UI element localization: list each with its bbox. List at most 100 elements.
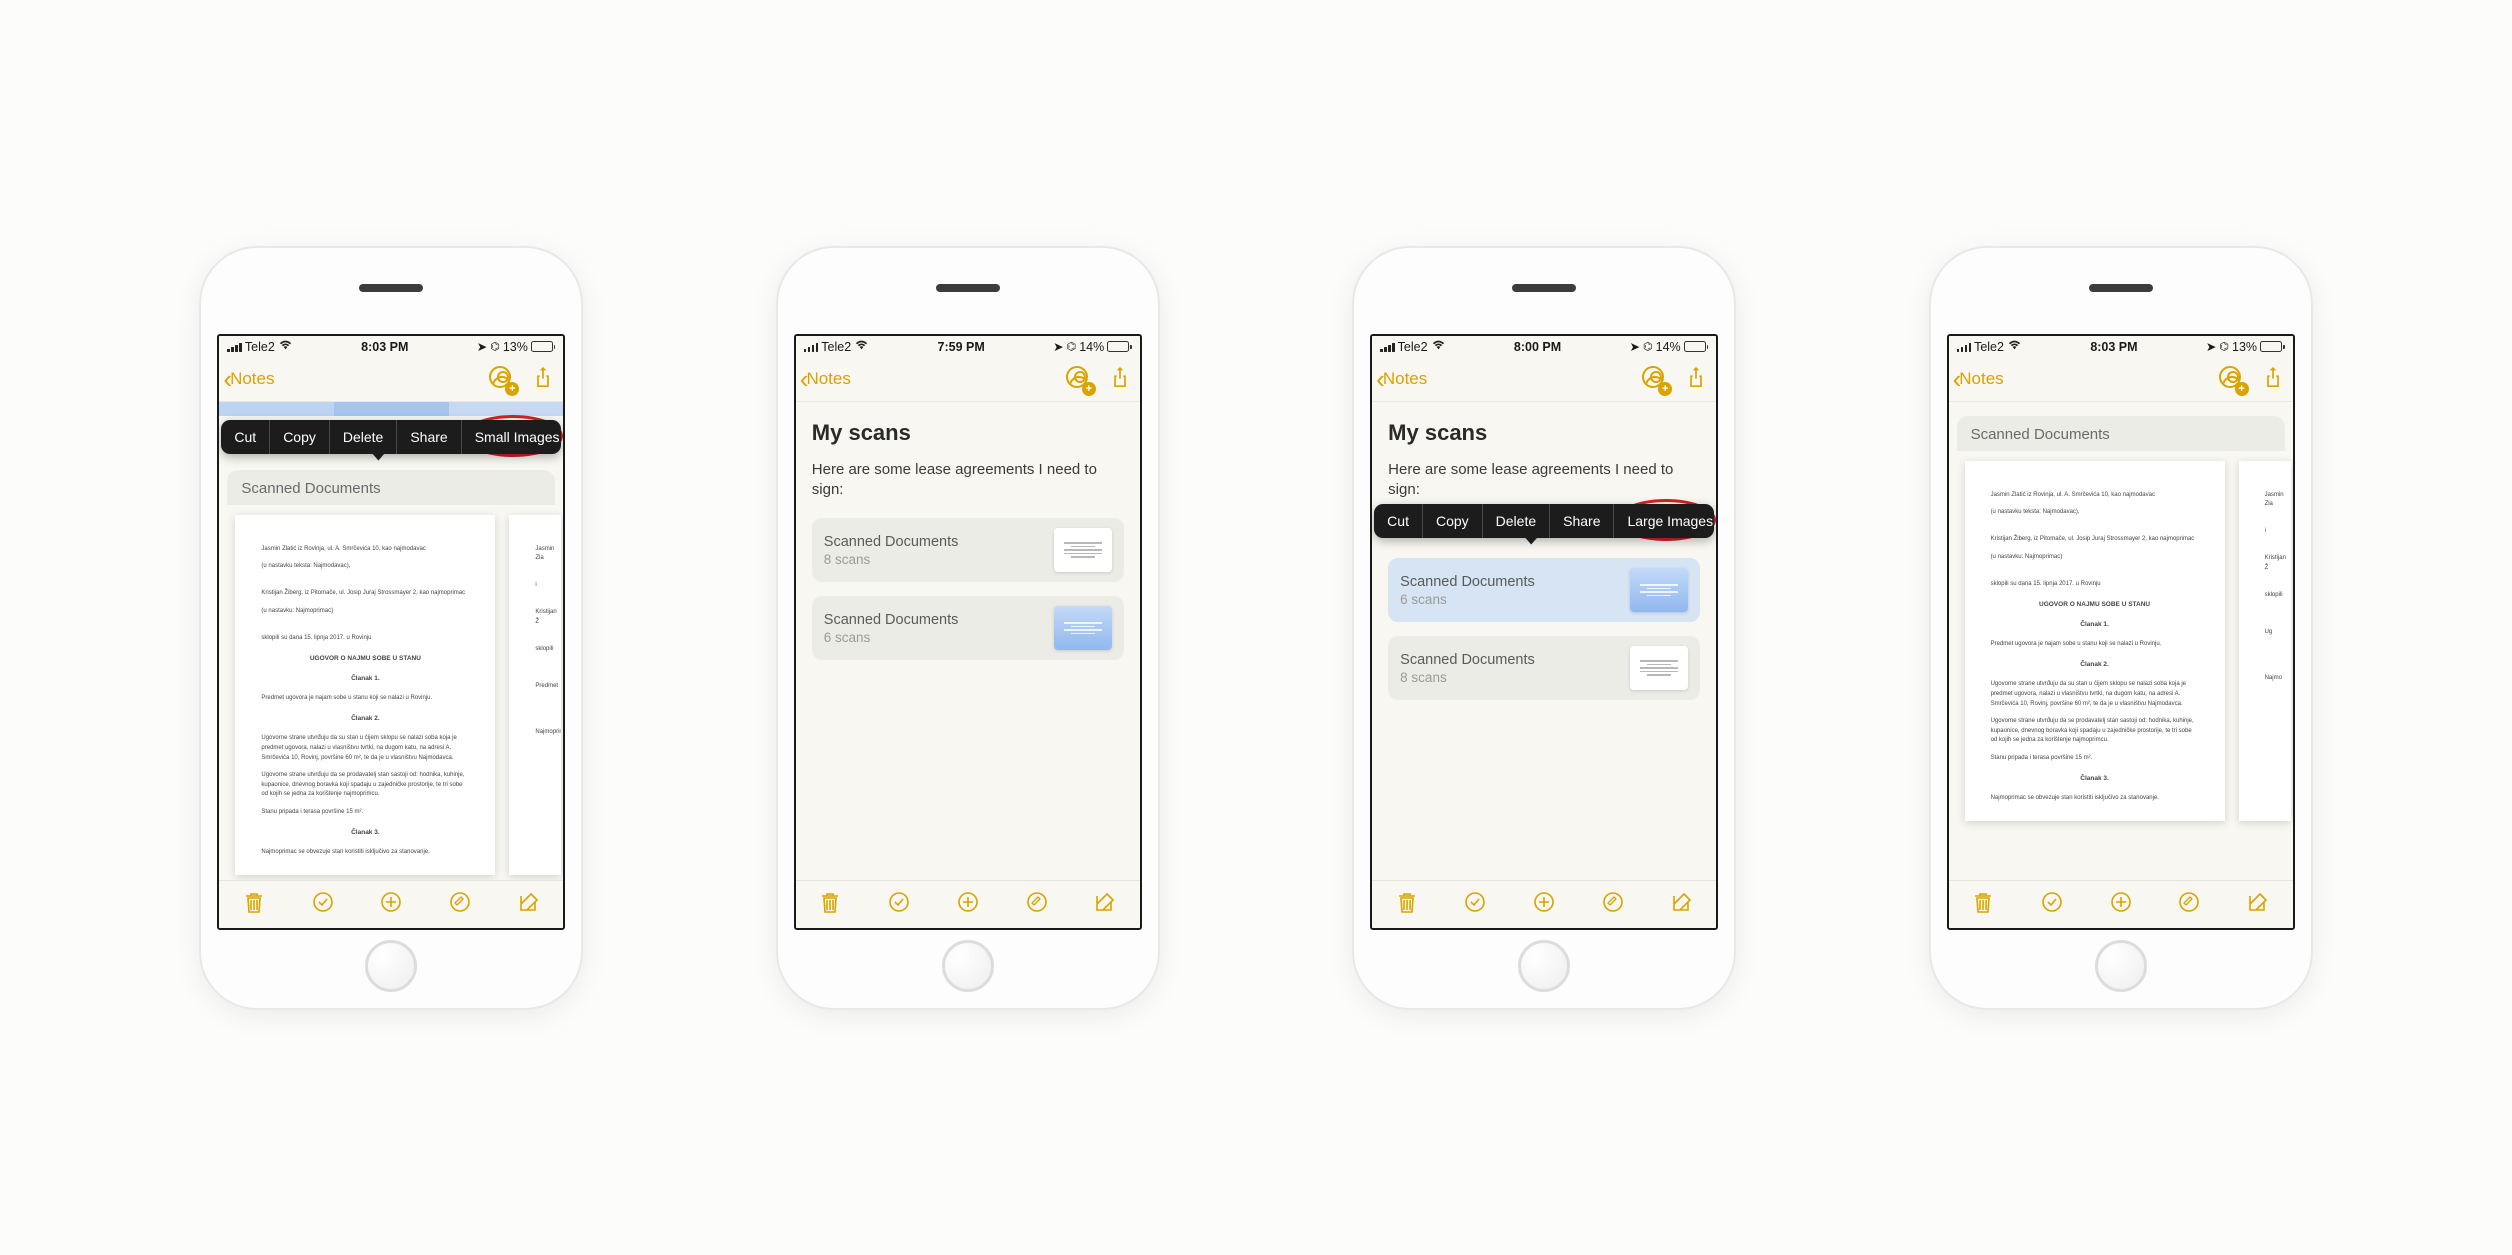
ctx-share[interactable]: Share	[1550, 504, 1614, 538]
selection-strip	[219, 402, 563, 416]
wifi-icon	[2007, 339, 2022, 354]
wifi-icon	[854, 339, 869, 354]
ctx-copy[interactable]: Copy	[270, 420, 330, 454]
document-page-peek[interactable]: Jasmin ZlaiKristijan ŽsklopiliUgNajmo	[2239, 461, 2291, 821]
add-people-button[interactable]: +	[1642, 366, 1668, 392]
phone-frame: Tele2 8:03 PM ➤ ⌬ 13% ‹Notes + Cut Copy	[201, 248, 581, 1008]
scanned-pages[interactable]: Jasmin Zlatić iz Rovinja, ul. A. Smrčevi…	[1949, 451, 2293, 831]
battery-percent: 14%	[1079, 340, 1104, 354]
attachment-count: 6 scans	[824, 630, 1042, 645]
context-menu: Cut Copy Delete Share Small Images	[221, 420, 561, 454]
nav-bar: ‹Notes +	[1949, 358, 2293, 402]
compose-icon[interactable]	[1093, 890, 1117, 919]
home-button[interactable]	[1518, 940, 1570, 992]
home-button[interactable]	[365, 940, 417, 992]
delete-icon[interactable]	[242, 890, 266, 919]
attachment-title: Scanned Documents	[1400, 574, 1618, 590]
attachment-count: 8 scans	[824, 552, 1042, 567]
scanned-pages[interactable]: Jasmin Zlatić iz Rovinja, ul. A. Smrčevi…	[219, 505, 563, 880]
attachment-card[interactable]: Scanned Documents 6 scans	[1388, 558, 1700, 622]
share-button[interactable]	[1110, 365, 1130, 394]
signal-icon	[227, 342, 242, 352]
check-icon[interactable]	[1463, 890, 1487, 919]
clock: 8:03 PM	[361, 340, 408, 354]
attachment-count: 6 scans	[1400, 592, 1618, 607]
signal-icon	[1957, 342, 1972, 352]
attachment-thumb	[1054, 528, 1112, 572]
bottom-toolbar	[796, 880, 1140, 928]
draw-icon[interactable]	[448, 890, 472, 919]
status-bar: Tele2 8:03 PM ➤ ⌬ 13%	[219, 336, 563, 358]
ctx-small-images[interactable]: Small Images	[462, 420, 564, 454]
document-page[interactable]: Jasmin Zlatić iz Rovinja, ul. A. Smrčevi…	[1965, 461, 2225, 821]
location-icon: ➤	[2206, 339, 2216, 354]
add-people-button[interactable]: +	[489, 366, 515, 392]
note-content[interactable]: Scanned Documents Jasmin Zlatić iz Rovin…	[1949, 402, 2293, 880]
document-page[interactable]: Jasmin Zlatić iz Rovinja, ul. A. Smrčevi…	[235, 515, 495, 875]
delete-icon[interactable]	[1395, 890, 1419, 919]
check-icon[interactable]	[887, 890, 911, 919]
back-button[interactable]: ‹Notes	[800, 366, 851, 392]
attachment-count: 8 scans	[1400, 670, 1618, 685]
screen: Tele2 8:00 PM ➤ ⌬ 14% ‹Notes + My scans …	[1370, 334, 1718, 930]
add-icon[interactable]	[1532, 890, 1556, 919]
draw-icon[interactable]	[1025, 890, 1049, 919]
compose-icon[interactable]	[517, 890, 541, 919]
compose-icon[interactable]	[1670, 890, 1694, 919]
phone-frame: Tele2 8:00 PM ➤ ⌬ 14% ‹Notes + My scans …	[1354, 248, 1734, 1008]
attachment-card[interactable]: Scanned Documents 8 scans	[812, 518, 1124, 582]
add-people-button[interactable]: +	[1066, 366, 1092, 392]
ctx-cut[interactable]: Cut	[221, 420, 270, 454]
location-icon: ➤	[477, 339, 487, 354]
ctx-delete[interactable]: Delete	[1483, 504, 1550, 538]
home-button[interactable]	[942, 940, 994, 992]
ctx-share[interactable]: Share	[397, 420, 461, 454]
speaker	[2089, 284, 2153, 292]
ctx-cut[interactable]: Cut	[1374, 504, 1423, 538]
attachment-thumb	[1630, 568, 1688, 612]
attachment-card[interactable]: Scanned Documents 8 scans	[1388, 636, 1700, 700]
check-icon[interactable]	[2040, 890, 2064, 919]
draw-icon[interactable]	[1601, 890, 1625, 919]
nav-bar: ‹Notes +	[1372, 358, 1716, 402]
bottom-toolbar	[219, 880, 563, 928]
back-button[interactable]: ‹Notes	[1953, 366, 2004, 392]
delete-icon[interactable]	[818, 890, 842, 919]
share-button[interactable]	[533, 365, 553, 394]
add-icon[interactable]	[2109, 890, 2133, 919]
note-body: Here are some lease agreements I need to…	[812, 460, 1124, 501]
back-button[interactable]: ‹Notes	[1376, 366, 1427, 392]
draw-icon[interactable]	[2177, 890, 2201, 919]
battery-icon	[1107, 341, 1132, 352]
note-title: My scans	[812, 420, 1124, 446]
attachment-title: Scanned Documents	[824, 612, 1042, 628]
ctx-delete[interactable]: Delete	[330, 420, 397, 454]
note-content[interactable]: My scans Here are some lease agreements …	[1372, 402, 1716, 880]
bluetooth-icon: ⌬	[1067, 340, 1077, 353]
share-button[interactable]	[2263, 365, 2283, 394]
screen: Tele2 8:03 PM ➤ ⌬ 13% ‹Notes + Scanned D…	[1947, 334, 2295, 930]
check-icon[interactable]	[311, 890, 335, 919]
note-content[interactable]: My scans Here are some lease agreements …	[796, 402, 1140, 880]
add-people-button[interactable]: +	[2219, 366, 2245, 392]
phone-frame: Tele2 8:03 PM ➤ ⌬ 13% ‹Notes + Scanned D…	[1931, 248, 2311, 1008]
delete-icon[interactable]	[1971, 890, 1995, 919]
speaker	[1512, 284, 1576, 292]
phone-frame: Tele2 7:59 PM ➤ ⌬ 14% ‹Notes + My scans …	[778, 248, 1158, 1008]
section-header: Scanned Documents	[1957, 416, 2285, 451]
share-button[interactable]	[1686, 365, 1706, 394]
back-button[interactable]: ‹Notes	[223, 366, 274, 392]
ctx-large-images[interactable]: Large Images	[1614, 504, 1716, 538]
compose-icon[interactable]	[2246, 890, 2270, 919]
wifi-icon	[1431, 339, 1446, 354]
add-icon[interactable]	[379, 890, 403, 919]
ctx-copy[interactable]: Copy	[1423, 504, 1483, 538]
carrier-label: Tele2	[821, 340, 851, 354]
bluetooth-icon: ⌬	[1643, 340, 1653, 353]
speaker	[936, 284, 1000, 292]
attachment-card[interactable]: Scanned Documents 6 scans	[812, 596, 1124, 660]
add-icon[interactable]	[956, 890, 980, 919]
home-button[interactable]	[2095, 940, 2147, 992]
bottom-toolbar	[1372, 880, 1716, 928]
document-page-peek[interactable]: Jasmin ZlaiKristijan ŽsklopiliPredmetNaj…	[509, 515, 561, 875]
